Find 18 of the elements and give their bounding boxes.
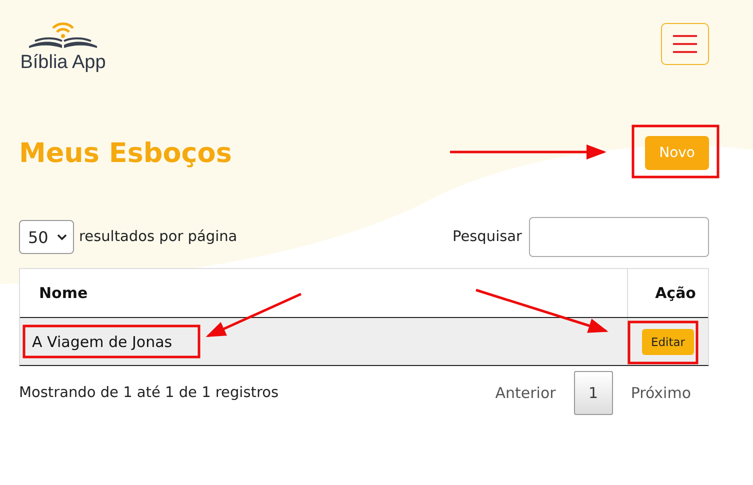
column-header: Ação (655, 284, 696, 302)
menu-button[interactable] (661, 23, 709, 65)
chevron-down-icon (57, 234, 67, 240)
search-field[interactable] (529, 217, 709, 257)
edit-button[interactable]: Editar (642, 328, 694, 354)
page-size-label: resultados por página (79, 229, 238, 245)
page-size-select[interactable]: 50 (19, 220, 74, 254)
column-header: Nome (39, 284, 88, 302)
table-cell: A Viagem de Jonas (32, 332, 172, 350)
previous-link[interactable]: Anterior (477, 384, 574, 402)
search-label: Pesquisar (452, 229, 522, 245)
highlight-frame (628, 320, 698, 364)
records-info: Mostrando de 1 até 1 de 1 registros (19, 385, 279, 401)
brand-name: Bíblia App (20, 52, 106, 74)
page-button[interactable]: 1 (574, 371, 613, 415)
menu-icon (673, 34, 697, 54)
next-link[interactable]: Próximo (612, 384, 709, 402)
page-title: Meus Esboços (19, 138, 232, 168)
